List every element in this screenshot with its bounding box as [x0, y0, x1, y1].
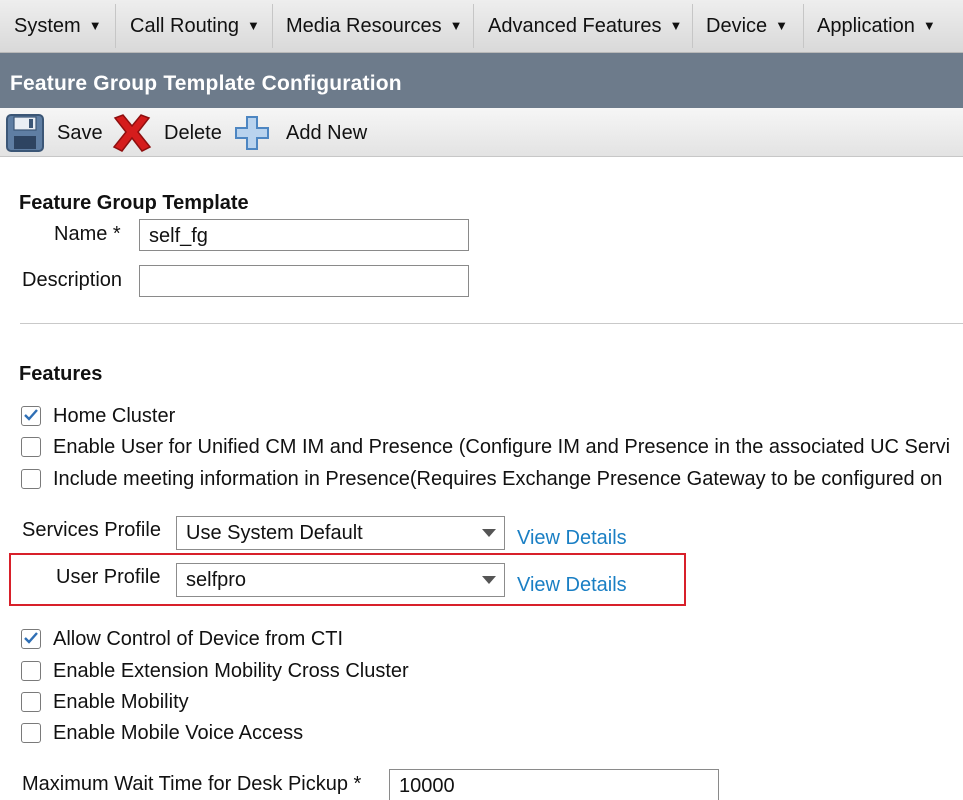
caret-down-icon: ▼: [449, 18, 463, 33]
menu-label: Call Routing: [130, 15, 239, 37]
name-label: Name *: [54, 223, 121, 245]
menu-separator: [692, 4, 693, 48]
caret-down-icon: ▼: [775, 18, 789, 33]
services-profile-select[interactable]: Use System Default: [176, 516, 505, 550]
menu-separator: [473, 4, 474, 48]
page-title: Feature Group Template Configuration: [10, 72, 402, 95]
user-profile-value: selfpro: [186, 569, 247, 591]
menu-label: Media Resources: [286, 15, 442, 37]
checkmark-icon: [24, 409, 38, 421]
enable-im-presence-checkbox[interactable]: [21, 437, 41, 457]
description-label: Description: [22, 269, 123, 291]
extension-mobility-cross-cluster-checkbox[interactable]: [21, 661, 41, 681]
home-cluster-checkbox[interactable]: [21, 406, 41, 426]
menu-media-resources[interactable]: Media Resources ▼: [286, 14, 463, 40]
menu-label: Advanced Features: [488, 15, 662, 37]
enable-mobility-label: Enable Mobility: [53, 691, 189, 713]
dropdown-arrow-icon: [482, 576, 496, 584]
services-profile-view-details-link[interactable]: View Details: [517, 527, 627, 550]
max-wait-time-input[interactable]: 10000: [389, 769, 719, 800]
user-profile-view-details-link[interactable]: View Details: [517, 574, 627, 597]
name-input[interactable]: self_fg: [139, 219, 469, 251]
red-x-icon: [112, 114, 152, 152]
home-cluster-label: Home Cluster: [53, 405, 176, 427]
enable-mobile-voice-access-label: Enable Mobile Voice Access: [53, 722, 304, 744]
extension-mobility-cross-cluster-label: Enable Extension Mobility Cross Cluster: [53, 660, 409, 682]
menu-separator: [803, 4, 804, 48]
menu-call-routing[interactable]: Call Routing ▼: [130, 14, 260, 40]
user-profile-select[interactable]: selfpro: [176, 563, 505, 597]
max-wait-time-label: Maximum Wait Time for Desk Pickup *: [22, 773, 362, 795]
plus-icon: [235, 116, 269, 150]
menu-device[interactable]: Device ▼: [706, 14, 788, 40]
page-title-bar: Feature Group Template Configuration: [0, 53, 963, 108]
menu-label: Application: [817, 15, 915, 37]
caret-down-icon: ▼: [88, 18, 102, 33]
menu-separator: [272, 4, 273, 48]
add-new-label: Add New: [286, 122, 368, 144]
services-profile-value: Use System Default: [186, 522, 363, 544]
top-menu-bar: System ▼ Call Routing ▼ Media Resources ▼ A…: [0, 0, 963, 53]
enable-im-presence-label: Enable User for Unified CM IM and Presen…: [53, 436, 951, 458]
caret-down-icon: ▼: [669, 18, 683, 33]
section-heading-features: Features: [19, 363, 103, 385]
allow-cti-control-label: Allow Control of Device from CTI: [53, 628, 344, 650]
menu-separator: [115, 4, 116, 48]
enable-mobility-checkbox[interactable]: [21, 692, 41, 712]
enable-mobile-voice-access-checkbox[interactable]: [21, 723, 41, 743]
save-label: Save: [57, 122, 103, 144]
menu-label: Device: [706, 15, 768, 37]
menu-label: System: [14, 15, 81, 37]
section-divider: [20, 323, 963, 324]
delete-label: Delete: [164, 122, 222, 144]
menu-system[interactable]: System ▼: [14, 14, 102, 40]
allow-cti-control-checkbox[interactable]: [21, 629, 41, 649]
dropdown-arrow-icon: [482, 529, 496, 537]
toolbar: Save Delete Add New: [0, 108, 963, 157]
caret-down-icon: ▼: [922, 18, 936, 33]
description-input[interactable]: [139, 265, 469, 297]
include-meeting-info-checkbox[interactable]: [21, 469, 41, 489]
menu-advanced-features[interactable]: Advanced Features ▼: [488, 14, 682, 40]
user-profile-label: User Profile: [56, 566, 161, 588]
floppy-disk-icon: [6, 114, 44, 152]
menu-application[interactable]: Application ▼: [817, 14, 936, 40]
services-profile-label: Services Profile: [22, 519, 161, 541]
checkmark-icon: [24, 632, 38, 644]
include-meeting-info-label: Include meeting information in Presence(…: [53, 468, 943, 490]
section-heading-template: Feature Group Template: [19, 192, 249, 214]
caret-down-icon: ▼: [246, 18, 260, 33]
